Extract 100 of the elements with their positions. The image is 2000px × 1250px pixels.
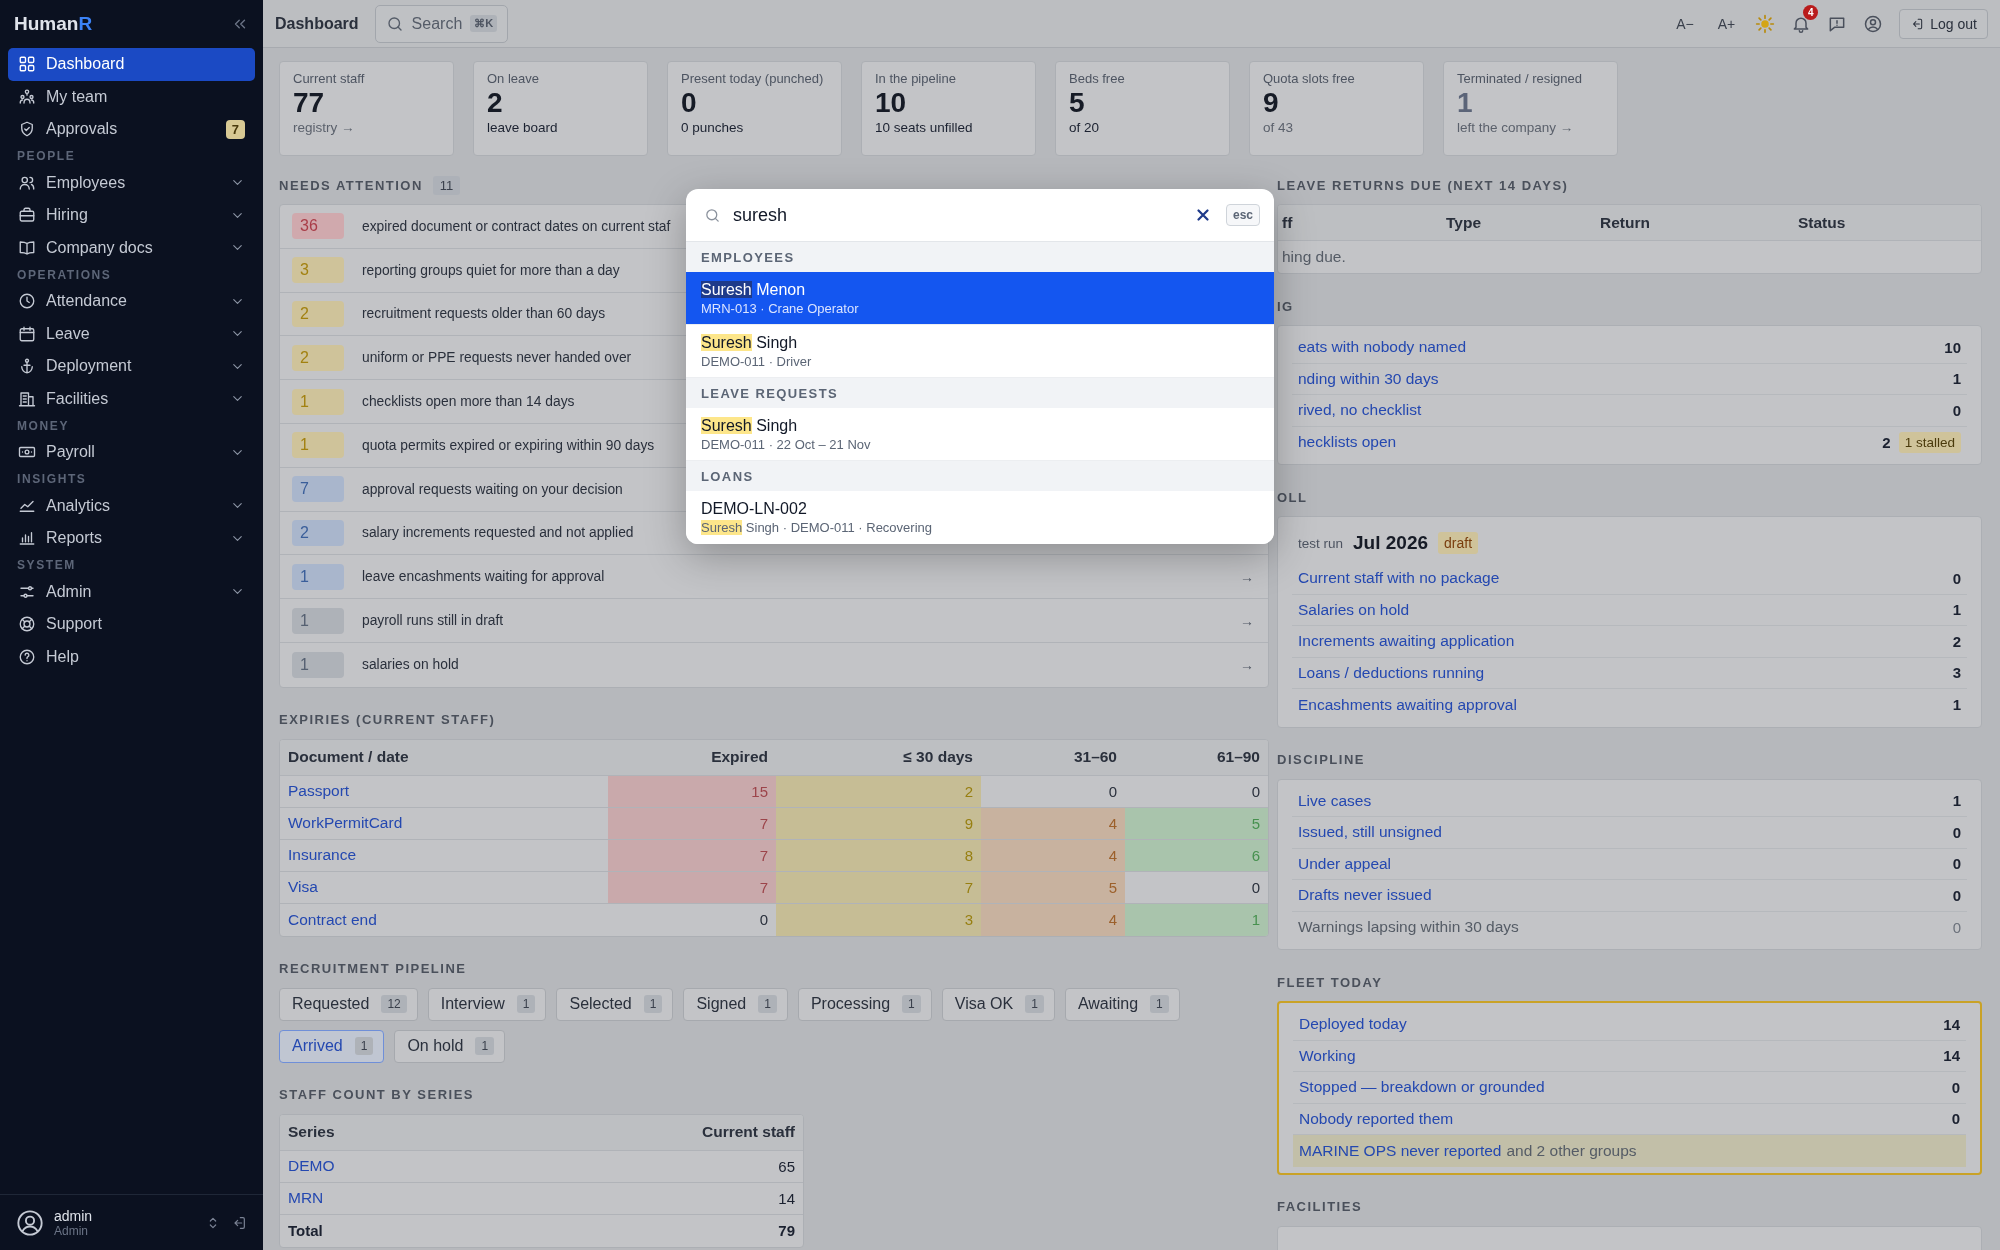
count-badge: 1 xyxy=(516,995,536,1014)
attention-text: salaries on hold xyxy=(362,657,459,673)
table-cell: 3 xyxy=(776,903,981,936)
stat-label: On leave xyxy=(487,71,541,86)
attention-text: uniform or PPE requests never handed over xyxy=(362,350,632,366)
stat-value: 9 xyxy=(1263,86,1280,120)
result-subtitle: MRN-013 · Crane Operator xyxy=(701,300,860,316)
count-badge: 1 xyxy=(902,995,921,1014)
table-cell: 5 xyxy=(981,871,1125,903)
row-label: Warnings lapsing within 30 days xyxy=(1298,918,1520,937)
notification-badge: 4 xyxy=(1803,4,1819,20)
count-badge: 1 xyxy=(292,607,344,634)
user-role: Admin xyxy=(54,1223,89,1238)
count-badge: 7 xyxy=(292,476,344,503)
stat-label: In the pipeline xyxy=(875,71,957,86)
status-tag: draft xyxy=(1438,532,1479,554)
shortcut-key: ⌘K xyxy=(470,15,498,32)
stat-caption: 10 seats unfilled xyxy=(875,120,974,135)
table-cell: 7 xyxy=(776,871,981,903)
stat-value: 77 xyxy=(293,86,326,120)
section-title: EXPIRIES (CURRENT STAFF) xyxy=(279,712,496,728)
count-badge: 2 xyxy=(292,301,344,327)
attention-text: leave encashments waiting for approval xyxy=(362,569,605,585)
result-title: Suresh Singh xyxy=(701,333,799,352)
column-header: ff xyxy=(1281,212,1294,233)
attention-text: expired document or contract dates on current staf xyxy=(362,218,671,234)
table-cell: 4 xyxy=(981,807,1125,839)
section-title: FLEET TODAY xyxy=(1277,974,1383,990)
total-label: Total xyxy=(287,1221,324,1242)
row-value: 1 xyxy=(1952,696,1961,714)
column-header: 31–60 xyxy=(1072,747,1118,768)
row-value: 0 xyxy=(1952,823,1961,841)
result-subtitle: Suresh Singh · DEMO-011 · Recovering xyxy=(701,520,933,535)
table-cell: 4 xyxy=(981,839,1125,871)
count-badge: 1 xyxy=(1025,995,1044,1014)
stat-label: Current staff xyxy=(293,71,366,86)
row-value: 10 xyxy=(1944,338,1961,356)
stat-caption: of 43 xyxy=(1263,120,1295,135)
section-title: STAFF COUNT BY SERIES xyxy=(279,1087,474,1103)
table-cell-text: 0 xyxy=(1107,781,1118,802)
table-cell-text: 0 xyxy=(1250,877,1261,898)
section-title: RECRUITMENT PIPELINE xyxy=(279,961,467,977)
result-group-title: EMPLOYEES xyxy=(686,242,1274,272)
count-badge: 1 xyxy=(292,388,344,415)
count-badge: 36 xyxy=(292,213,344,240)
table-cell-text: 0 xyxy=(758,910,769,931)
attention-text: checklists open more than 14 days xyxy=(362,394,575,410)
count-badge: 11 xyxy=(432,175,461,195)
count-badge: 3 xyxy=(292,257,344,284)
user-name: admin xyxy=(54,1207,94,1224)
column-header: Return xyxy=(1599,212,1651,233)
stat-caption: left the company → xyxy=(1457,120,1575,135)
result-title: Suresh Menon xyxy=(701,280,807,299)
stat-caption: 0 punches xyxy=(681,120,745,135)
row-value: 0 xyxy=(1952,569,1961,587)
attention-text: salary increments requested and not applied xyxy=(362,525,634,541)
row-value: 0 xyxy=(1952,918,1961,936)
row-value: 0 xyxy=(1952,855,1961,873)
count-badge: 1 xyxy=(643,995,663,1014)
table-cell: 5 xyxy=(1125,807,1268,839)
table-cell-text: 14 xyxy=(777,1188,796,1209)
section-title: OLL xyxy=(1277,489,1308,505)
result-title: DEMO-LN-002 xyxy=(701,500,808,518)
status-tag: 1 stalled xyxy=(1898,431,1961,453)
stat-label: Quota slots free xyxy=(1263,71,1356,86)
count-badge: 1 xyxy=(354,1037,374,1056)
result-group-title: LOANS xyxy=(686,461,1274,491)
table-cell: 1 xyxy=(1125,903,1268,936)
stat-caption: registry → xyxy=(293,120,356,135)
count-badge: 12 xyxy=(381,995,407,1014)
table-cell: 7 xyxy=(608,807,776,839)
stat-value: 5 xyxy=(1069,86,1086,120)
row-value: 0 xyxy=(1951,1078,1960,1096)
table-cell-text: 65 xyxy=(777,1156,796,1177)
row-value: 0 xyxy=(1951,1110,1960,1128)
row-value: 1 xyxy=(1952,601,1961,619)
count-badge: 7 xyxy=(225,119,245,139)
attention-text: payroll runs still in draft xyxy=(362,613,504,629)
stat-value: 0 xyxy=(681,86,698,120)
count-badge: 1 xyxy=(758,995,777,1014)
section-title: DISCIPLINE xyxy=(1277,752,1365,767)
result-subtitle: DEMO-011 · 22 Oct – 21 Nov xyxy=(701,436,872,452)
section-label: INSIGHTS xyxy=(16,471,88,488)
run-period: Jul 2026 xyxy=(1353,532,1429,554)
column-header: ≤ 30 days xyxy=(902,747,974,768)
row-value: 1 xyxy=(1952,792,1961,810)
row-value: 2 xyxy=(1952,632,1961,650)
arrow-icon: → xyxy=(1240,612,1254,629)
arrow-icon: → xyxy=(1240,568,1254,585)
stat-caption: of 20 xyxy=(1069,120,1101,135)
table-cell: 2 xyxy=(776,775,981,807)
section-label: OPERATIONS xyxy=(16,266,113,284)
count-badge: 1 xyxy=(292,563,344,590)
arrow-icon: → xyxy=(1240,656,1254,673)
section-title: NEEDS ATTENTION xyxy=(279,177,423,193)
row-value: 3 xyxy=(1952,664,1961,682)
fleet-note: MARINE OPS never reported and 2 other groups xyxy=(1293,1135,1966,1167)
table-cell: 8 xyxy=(776,839,981,871)
count-badge: 2 xyxy=(292,519,344,546)
attention-text: recruitment requests older than 60 days xyxy=(362,306,606,322)
